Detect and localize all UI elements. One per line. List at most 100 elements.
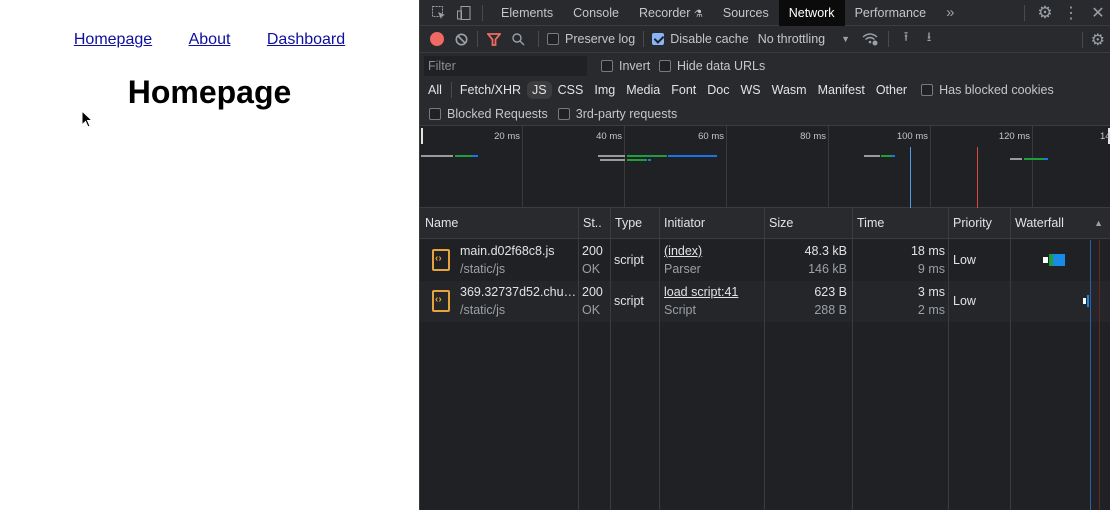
column-divider[interactable] (578, 208, 579, 510)
device-toolbar-icon[interactable] (454, 5, 474, 21)
overview-bar-download (1044, 158, 1048, 160)
tab-sources[interactable]: Sources (713, 0, 779, 26)
throttling-value: No throttling (757, 32, 826, 46)
close-devtools-icon[interactable]: ✕ (1085, 3, 1110, 23)
waterfall-download (1053, 254, 1065, 266)
blocked-requests-label: Blocked Requests (447, 106, 548, 121)
third-party-checkbox[interactable]: 3rd-party requests (557, 106, 678, 121)
request-path: /static/js (460, 303, 506, 317)
sort-ascending-icon[interactable]: ▲ (1094, 218, 1103, 228)
type-filter-js[interactable]: JS (527, 81, 552, 99)
request-name: 369.32737d52.chu… (460, 285, 577, 299)
has-blocked-cookies-checkbox[interactable]: Has blocked cookies (921, 83, 1054, 97)
tab-elements[interactable]: Elements (491, 0, 563, 26)
overview-bar-ttfb (627, 159, 647, 161)
request-initiator-type: Parser (664, 262, 701, 276)
nav-link-about[interactable]: About (189, 31, 231, 48)
blocked-requests-checkbox[interactable]: Blocked Requests (429, 107, 548, 121)
import-har-icon[interactable]: ⭱ (897, 28, 915, 50)
record-icon[interactable] (430, 32, 444, 46)
request-initiator-type: Script (664, 303, 696, 317)
type-filter-all[interactable]: All (423, 81, 447, 99)
type-filter-font[interactable]: Font (666, 81, 701, 99)
type-filter-wasm[interactable]: Wasm (767, 81, 812, 99)
gridline (624, 126, 625, 207)
blocked-filter-row: Blocked Requests 3rd-party requests (420, 102, 1110, 126)
column-divider[interactable] (1010, 208, 1011, 510)
filter-icon[interactable] (486, 32, 502, 46)
network-settings-gear-icon[interactable]: ⚙ (1091, 30, 1105, 50)
more-options-icon[interactable]: ⋮ (1057, 3, 1085, 23)
column-header-waterfall[interactable]: Waterfall (1010, 208, 1064, 239)
overview-bar-ttfb (1024, 158, 1044, 160)
nav-link-dashboard[interactable]: Dashboard (267, 31, 345, 48)
more-tabs-icon[interactable]: » (936, 0, 964, 26)
request-priority: Low (953, 294, 976, 308)
column-header-priority[interactable]: Priority (948, 208, 992, 239)
column-divider[interactable] (764, 208, 765, 510)
invert-checkbox[interactable]: Invert (601, 59, 650, 73)
request-latency: 9 ms (917, 262, 945, 276)
tab-console[interactable]: Console (563, 0, 629, 26)
tab-recorder[interactable]: Recorder ⚗ (629, 0, 713, 26)
column-header-size[interactable]: Size (764, 208, 793, 239)
type-filter-img[interactable]: Img (589, 81, 620, 99)
column-divider[interactable] (852, 208, 853, 510)
type-filter-media[interactable]: Media (621, 81, 665, 99)
type-filter-manifest[interactable]: Manifest (813, 81, 870, 99)
settings-gear-icon[interactable]: ⚙ (1033, 3, 1057, 23)
inspect-element-icon[interactable] (424, 5, 454, 21)
invert-label: Invert (619, 58, 651, 73)
column-header-time[interactable]: Time (852, 208, 884, 239)
preserve-log-checkbox[interactable]: Preserve log (547, 32, 635, 46)
table-header: Name St.. Type Initiator Size Time Prior… (420, 208, 1110, 239)
overview-left-handle[interactable] (421, 128, 423, 144)
overview-bar-download (648, 159, 651, 161)
network-conditions-icon[interactable] (860, 32, 880, 46)
tick-label: 100 ms (896, 131, 928, 142)
request-initiator-link[interactable]: load script:41 (664, 285, 738, 299)
column-divider[interactable] (610, 208, 611, 510)
request-size: 48.3 kB (804, 244, 847, 258)
type-filter-ws[interactable]: WS (735, 81, 765, 99)
web-page: Homepage About Dashboard Homepage (0, 0, 419, 510)
dom-content-loaded-marker (910, 147, 911, 208)
mouse-cursor-icon (81, 110, 93, 128)
script-file-icon (432, 290, 450, 312)
table-row[interactable]: main.d02f68c8.js /static/js 200 OK scrip… (420, 240, 1110, 281)
dropdown-arrow-icon: ▼ (841, 34, 851, 44)
clear-icon[interactable] (453, 33, 469, 46)
table-row[interactable]: 369.32737d52.chu… /static/js 200 OK scri… (420, 281, 1110, 322)
column-header-name[interactable]: Name (420, 208, 458, 239)
column-divider[interactable] (659, 208, 660, 510)
type-filter-doc[interactable]: Doc (702, 81, 734, 99)
disable-cache-checkbox[interactable]: Disable cache (652, 32, 749, 46)
search-icon[interactable] (506, 32, 530, 46)
has-blocked-cookies-box (921, 84, 934, 96)
type-filter-css[interactable]: CSS (553, 81, 589, 99)
filter-input[interactable] (424, 56, 587, 76)
tab-network[interactable]: Network (778, 0, 845, 26)
throttling-select[interactable]: No throttling ▼ (758, 32, 850, 46)
request-priority: Low (953, 253, 976, 267)
invert-box (601, 59, 613, 72)
network-overview-timeline[interactable]: 20 ms 40 ms 60 ms 80 ms 100 ms 120 ms 14 (420, 126, 1110, 208)
nav-link-homepage[interactable]: Homepage (74, 31, 152, 48)
column-header-type[interactable]: Type (610, 208, 642, 239)
hide-data-urls-checkbox[interactable]: Hide data URLs (659, 59, 765, 73)
type-filter-fetch-xhr[interactable]: Fetch/XHR (455, 81, 526, 99)
column-divider[interactable] (948, 208, 949, 510)
third-party-label: 3rd-party requests (575, 106, 678, 121)
request-initiator-link[interactable]: (index) (664, 244, 702, 258)
overview-bar-waiting (864, 155, 880, 157)
type-filter-other[interactable]: Other (871, 81, 912, 99)
page-nav: Homepage About Dashboard (0, 31, 419, 49)
column-header-status[interactable]: St.. (578, 208, 602, 239)
column-header-initiator[interactable]: Initiator (659, 208, 705, 239)
disable-cache-label: Disable cache (670, 32, 749, 46)
waterfall-queue (1083, 298, 1086, 304)
tab-performance[interactable]: Performance (845, 0, 937, 26)
tick-label: 20 ms (494, 131, 520, 142)
export-har-icon[interactable]: ⭳ (915, 28, 943, 50)
devtools-tabbar: Elements Console Recorder ⚗ Sources Netw… (420, 0, 1110, 26)
